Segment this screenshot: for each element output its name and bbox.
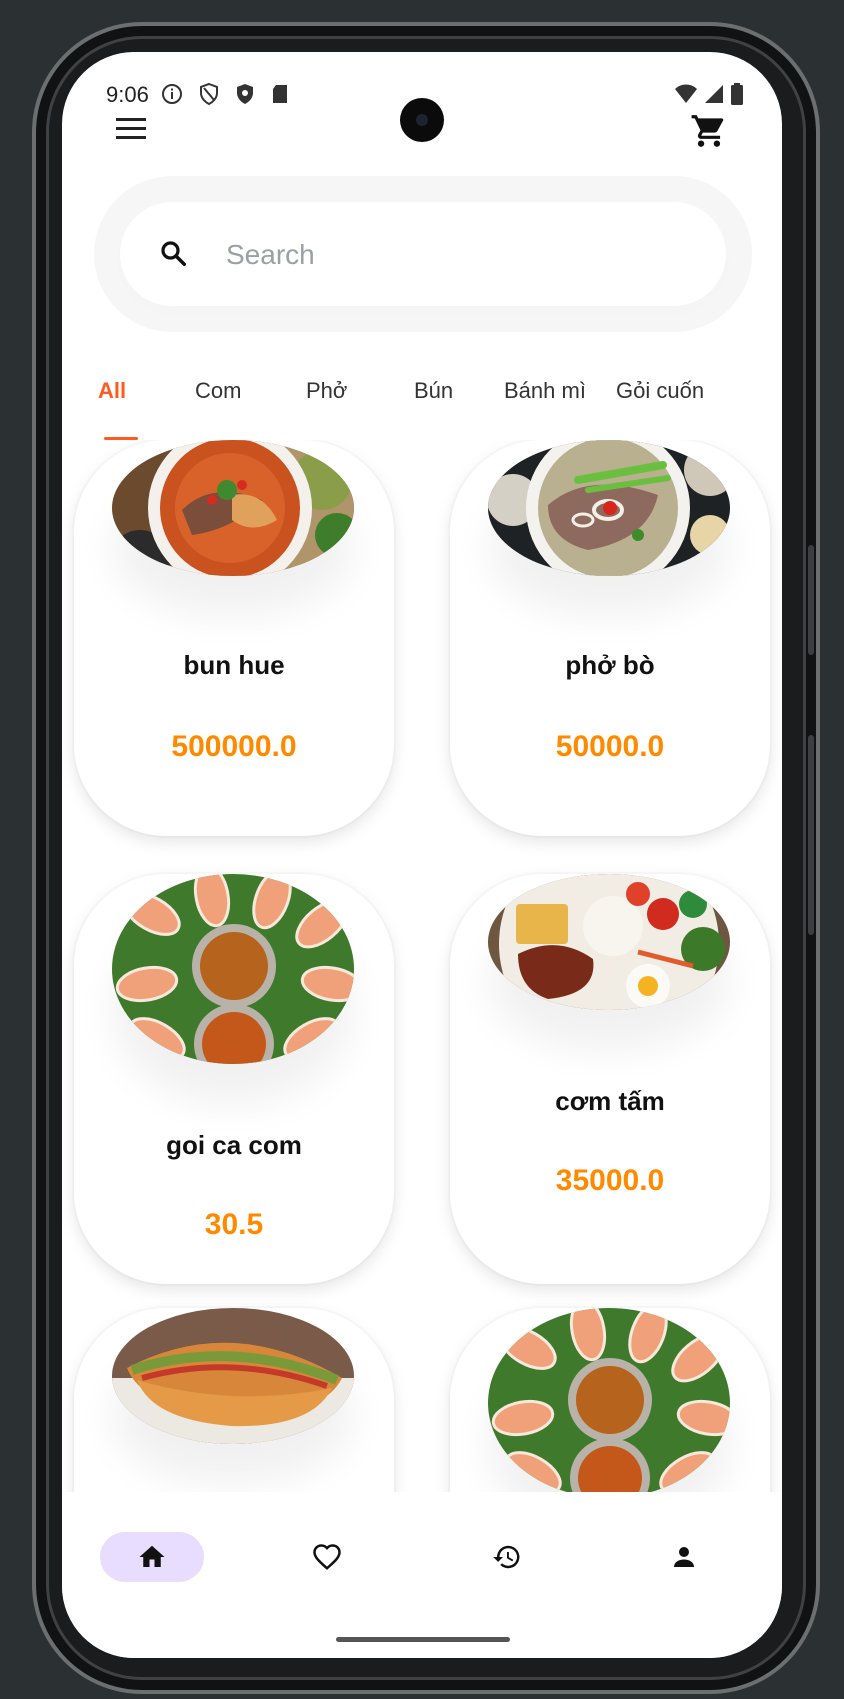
cart-icon <box>691 115 724 147</box>
product-card[interactable]: bun hue 500000.0 <box>74 440 394 836</box>
product-price: 30.5 <box>204 1208 264 1241</box>
product-price: 50000.0 <box>555 730 665 763</box>
battery-icon <box>731 83 743 105</box>
tab-pho[interactable]: Phở <box>306 378 347 404</box>
nav-history[interactable] <box>454 1532 558 1582</box>
history-icon <box>493 1545 520 1569</box>
product-grid: bun hue 500000.0 phở bò 50000.0 goi ca c… <box>62 440 782 1544</box>
tab-goi-cuon[interactable]: Gỏi cuốn <box>616 378 704 404</box>
product-name: bun hue <box>183 650 285 680</box>
pho-bo-image <box>488 440 730 576</box>
goi-cuon-image <box>488 1308 730 1498</box>
phone-side-button <box>808 545 814 655</box>
search-icon <box>161 241 186 266</box>
com-tam-image <box>488 874 730 1010</box>
nav-home[interactable] <box>100 1532 204 1582</box>
tab-all[interactable]: All <box>98 378 126 404</box>
wifi-icon <box>675 84 697 103</box>
cart-button[interactable] <box>690 112 728 150</box>
person-icon <box>674 1547 694 1567</box>
sd-card-icon <box>273 85 287 103</box>
product-name: cơm tấm <box>555 1086 665 1116</box>
tab-banh-mi[interactable]: Bánh mì <box>504 378 586 404</box>
front-camera <box>400 98 444 142</box>
gesture-home-indicator[interactable] <box>336 1637 510 1642</box>
product-price: 500000.0 <box>171 730 297 763</box>
home-icon <box>139 1545 165 1567</box>
menu-icon <box>116 118 146 139</box>
product-card[interactable]: goi ca com 30.5 <box>74 874 394 1284</box>
goi-cuon-image <box>112 874 354 1064</box>
nav-profile[interactable] <box>632 1532 736 1582</box>
phone-side-button <box>808 735 814 935</box>
app-screen: 9:06 All Com Phở Bún Bánh mì Gỏi cuốn <box>62 52 782 1658</box>
menu-button[interactable] <box>114 114 150 144</box>
tab-bun[interactable]: Bún <box>414 378 453 404</box>
status-bar: 9:06 <box>62 80 782 142</box>
product-card[interactable]: phở bò 50000.0 <box>450 440 770 836</box>
shield-icon <box>237 84 253 104</box>
nav-favorites[interactable] <box>274 1532 378 1582</box>
status-time: 9:06 <box>106 82 149 107</box>
product-price: 35000.0 <box>555 1164 665 1197</box>
heart-icon <box>313 1544 341 1570</box>
product-name: phở bò <box>565 650 655 680</box>
tab-com[interactable]: Com <box>195 378 241 404</box>
search-bar[interactable] <box>120 202 726 306</box>
info-icon <box>162 84 182 104</box>
product-card[interactable]: cơm tấm 35000.0 <box>450 874 770 1284</box>
bun-hue-image <box>112 440 354 576</box>
signal-icon <box>705 85 723 103</box>
banh-mi-image <box>112 1308 354 1444</box>
shield-outline-icon <box>200 82 218 106</box>
product-name: goi ca com <box>166 1130 302 1160</box>
search-input[interactable] <box>224 226 688 284</box>
bottom-navigation <box>62 1492 782 1658</box>
category-tabs: All Com Phở Bún Bánh mì Gỏi cuốn <box>62 378 782 438</box>
